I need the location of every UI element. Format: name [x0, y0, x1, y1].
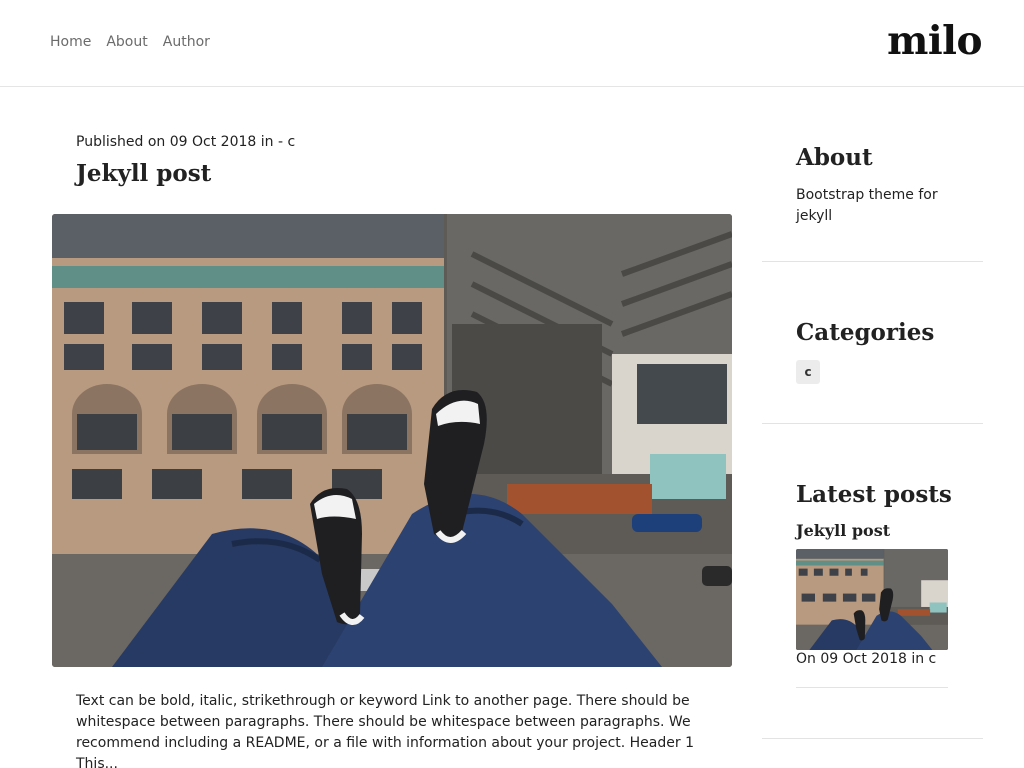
sidebar-divider: [762, 261, 983, 262]
latest-post-divider: [796, 687, 948, 688]
nav-author-link[interactable]: Author: [163, 34, 210, 50]
post-title[interactable]: Jekyll post: [76, 160, 211, 187]
nav-home-link[interactable]: Home: [50, 34, 91, 50]
latest-post-meta: On 09 Oct 2018 in c: [796, 651, 937, 667]
sidebar-about-heading: About: [796, 144, 873, 171]
post-featured-image[interactable]: [52, 214, 732, 667]
nav-about-link[interactable]: About: [106, 34, 147, 50]
site-logo[interactable]: milo: [887, 18, 982, 64]
sidebar-divider: [762, 423, 983, 424]
post-excerpt: Text can be bold, italic, strikethrough …: [76, 693, 694, 768]
post-meta: Published on 09 Oct 2018 in - c: [76, 134, 296, 150]
sidebar-latest-heading: Latest posts: [796, 481, 952, 508]
sidebar-divider: [762, 738, 983, 739]
main-nav: Home About Author: [50, 34, 225, 50]
sidebar-about-text: Bootstrap theme for jekyll: [796, 187, 938, 224]
sidebar-categories-heading: Categories: [796, 319, 935, 346]
category-badge-c[interactable]: c: [796, 360, 820, 384]
latest-post-thumbnail[interactable]: [796, 549, 948, 650]
site-header: Home About Author milo: [0, 0, 1024, 87]
latest-post-title[interactable]: Jekyll post: [796, 521, 890, 540]
